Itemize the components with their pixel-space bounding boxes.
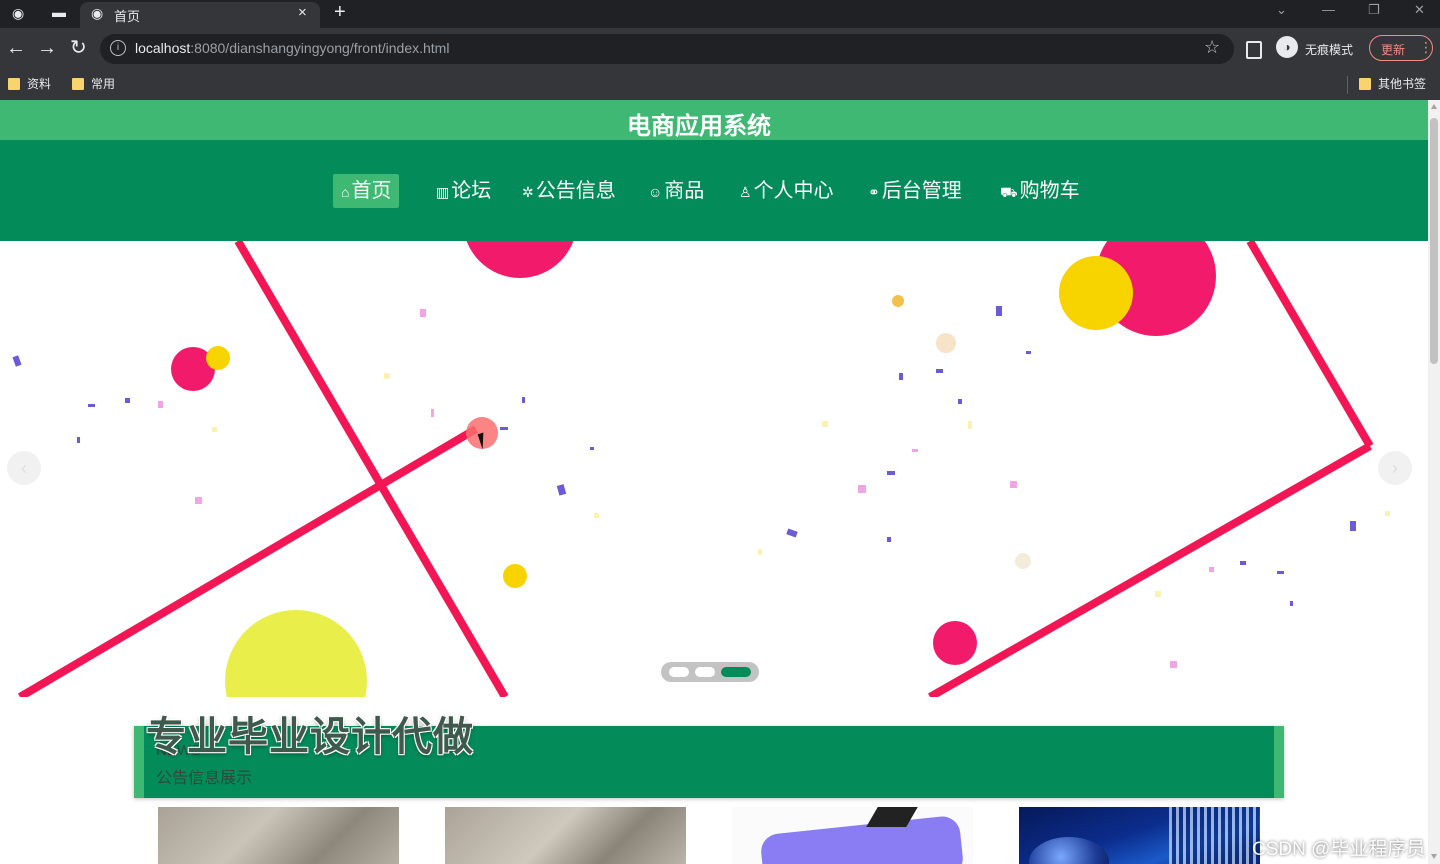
banner-artwork	[12, 241, 1390, 697]
close-tab-icon[interactable]: ×	[298, 4, 307, 21]
card-graphic	[1169, 807, 1259, 864]
page-viewport: 电商应用系统 ⌂ 首页 ▥ 论坛 ✲ 公告信息 ☺ 商品 ♙ 个人中心 ⚭ 后台管理 ⛟ 购物…	[0, 100, 1428, 864]
banner-circle	[466, 241, 574, 278]
side-panel-icon[interactable]	[1246, 41, 1262, 59]
bookmark-label: 资料	[27, 77, 52, 91]
nav-label: 公告信息	[535, 180, 616, 202]
banner-confetti	[212, 373, 1390, 597]
window-close-icon[interactable]: ✕	[1414, 2, 1425, 18]
bookmark-folder-0[interactable]: 资料	[8, 75, 51, 92]
banner-circle	[933, 621, 977, 665]
reload-icon[interactable]: ↻	[70, 36, 87, 60]
browser-tab-bar: ◉ ▬ ◉ 首页 × + ⌄ — ❐ ✕	[0, 0, 1440, 28]
bookmark-folder-1[interactable]: 常用	[72, 75, 115, 92]
incognito-icon[interactable]: ◑	[1276, 36, 1298, 58]
site-title: 电商应用系统	[627, 113, 771, 140]
nav-label: 个人中心	[753, 180, 834, 202]
notice-card-image[interactable]	[445, 807, 686, 864]
nav-item-admin[interactable]: ⚭ 后台管理	[868, 174, 962, 208]
banner-circle	[936, 333, 956, 353]
cart-icon: ⛟	[1000, 184, 1018, 200]
page-scrollbar[interactable]	[1428, 100, 1440, 864]
nav-item-home[interactable]: ⌂ 首页	[333, 174, 400, 208]
card-graphic	[1029, 837, 1109, 864]
main-nav: ⌂ 首页 ▥ 论坛 ✲ 公告信息 ☺ 商品 ♙ 个人中心 ⚭ 后台管理 ⛟ 购物车	[0, 140, 1428, 241]
minimize-icon[interactable]: —	[1322, 2, 1335, 17]
notice-card-image[interactable]	[732, 807, 973, 864]
new-tab-button[interactable]: +	[334, 1, 346, 24]
more-menu-icon[interactable]: ⋮	[1419, 39, 1433, 56]
other-bookmarks[interactable]: 其他书签	[1359, 75, 1426, 92]
browser-toolbar: ← → ↻ i localhost:8080/dianshangyingyong…	[0, 28, 1440, 70]
watermark: CSDN @毕业程序员	[1252, 839, 1426, 860]
notice-card-image[interactable]	[1019, 807, 1260, 864]
scroll-up-icon[interactable]	[1431, 104, 1437, 109]
nav-item-user-center[interactable]: ♙ 个人中心	[739, 174, 834, 208]
divider	[1347, 76, 1348, 94]
banner-circle	[206, 346, 230, 370]
banner-line	[1246, 241, 1374, 449]
carousel-banner[interactable]: ‹ ›	[0, 241, 1428, 697]
back-arrow-icon[interactable]: ←	[6, 36, 26, 60]
banner-circle	[1015, 553, 1031, 569]
forward-arrow-icon[interactable]: →	[37, 36, 57, 60]
carousel-dot-active[interactable]	[721, 667, 751, 677]
nav-label: 购物车	[1019, 180, 1080, 202]
other-bookmarks-label: 其他书签	[1378, 77, 1427, 91]
nav-item-forum[interactable]: ▥ 论坛	[436, 174, 491, 208]
address-bar[interactable]: i localhost:8080/dianshangyingyong/front…	[100, 34, 1234, 64]
promo-overlay-text: 专业毕业设计代做	[146, 715, 474, 759]
page-globe-icon: ◉	[91, 5, 104, 21]
site-info-icon[interactable]: i	[110, 40, 126, 56]
notice-icon: ✲	[522, 184, 534, 200]
banner-circle	[1059, 256, 1133, 330]
tab-title: 首页	[114, 9, 141, 24]
update-label: 更新	[1381, 43, 1406, 57]
card-graphic	[759, 814, 965, 864]
carousel-dot[interactable]	[695, 667, 715, 677]
bookmarks-bar: 资料 常用 其他书签	[0, 70, 1440, 101]
carousel-indicator	[661, 662, 759, 682]
carousel-next-button[interactable]: ›	[1378, 451, 1412, 485]
scroll-thumb[interactable]	[1430, 118, 1438, 364]
folder-icon	[72, 78, 84, 90]
carousel-dot[interactable]	[669, 667, 689, 677]
forum-icon: ▥	[436, 184, 450, 200]
nav-label: 商品	[664, 180, 705, 202]
link-icon: ⚭	[868, 184, 880, 200]
banner-line	[928, 442, 1372, 697]
banner-circle	[503, 564, 527, 588]
bookmark-label: 常用	[91, 77, 116, 91]
folder-icon	[8, 78, 20, 90]
nav-item-notice[interactable]: ✲ 公告信息	[522, 174, 616, 208]
nav-label: 首页	[351, 180, 392, 202]
scroll-down-icon[interactable]	[1431, 854, 1437, 859]
carousel-prev-button[interactable]: ‹	[7, 451, 41, 485]
restore-icon[interactable]: ❐	[1368, 2, 1380, 18]
site-header: 电商应用系统	[0, 100, 1428, 140]
goods-icon: ☺	[648, 184, 663, 200]
nav-item-goods[interactable]: ☺ 商品	[648, 174, 704, 208]
banner-circle	[225, 610, 367, 697]
tab-search-icon[interactable]: ▬	[52, 4, 66, 20]
home-icon: ⌂	[341, 184, 350, 200]
nav-item-cart[interactable]: ⛟ 购物车	[1000, 174, 1080, 208]
chevron-down-icon[interactable]: ⌄	[1276, 2, 1287, 18]
folder-icon	[1359, 78, 1371, 90]
incognito-label: 无痕模式	[1305, 43, 1354, 57]
banner-circle	[892, 295, 904, 307]
notice-title-cn: 公告信息展示	[156, 770, 253, 787]
update-button[interactable]: 更新 ⋮	[1369, 35, 1433, 61]
notice-card-image[interactable]	[158, 807, 399, 864]
url-path: :8080/dianshangyingyong/front/index.html	[190, 40, 450, 56]
nav-label: 论坛	[451, 180, 492, 202]
url-host: localhost	[135, 40, 191, 56]
globe-icon[interactable]: ◉	[12, 5, 24, 22]
nav-label: 后台管理	[881, 180, 962, 202]
bookmark-star-icon[interactable]: ☆	[1204, 37, 1220, 58]
user-icon: ♙	[739, 184, 752, 200]
url-text[interactable]: localhost:8080/dianshangyingyong/front/i…	[135, 40, 449, 56]
